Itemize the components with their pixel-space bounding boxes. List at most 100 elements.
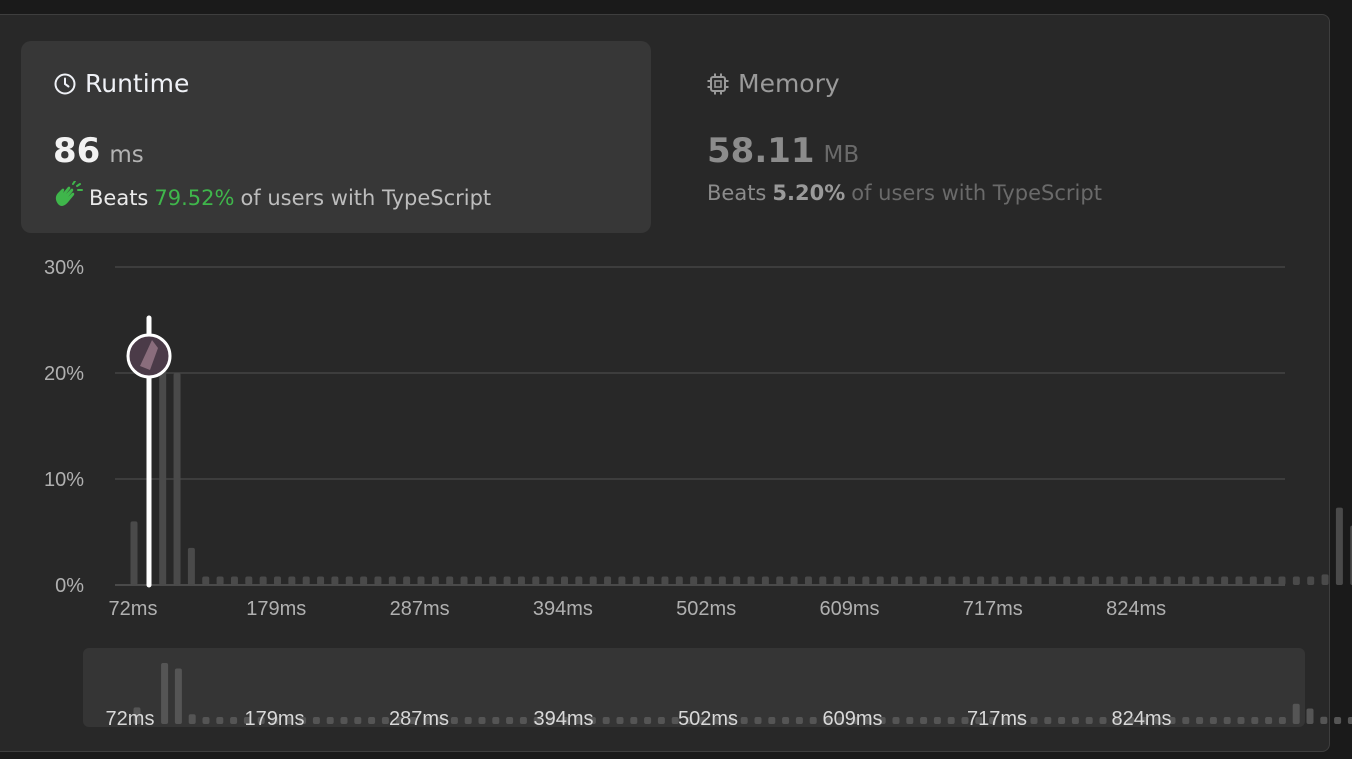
chart-bar[interactable] [187, 547, 195, 585]
chart-bar[interactable] [1335, 507, 1343, 585]
brush-bar [506, 717, 514, 724]
chart-bar[interactable] [876, 576, 884, 585]
chart-bar[interactable] [1063, 576, 1071, 585]
chart-bar[interactable] [1278, 576, 1286, 585]
chart-bar[interactable] [1091, 576, 1099, 585]
brush-bar [188, 714, 196, 724]
chart-bar[interactable] [575, 576, 583, 585]
chart-bar[interactable] [977, 576, 985, 585]
chart-bar[interactable] [1264, 576, 1272, 585]
brush-bar [782, 717, 790, 724]
brush-bar [1085, 717, 1093, 724]
chart-bar[interactable] [1135, 576, 1142, 585]
x-tick-label: 72ms [109, 598, 158, 620]
chart-bar[interactable] [1249, 576, 1257, 585]
chart-bar[interactable] [503, 576, 511, 585]
chart-bar[interactable] [374, 576, 382, 585]
chart-bar[interactable] [431, 576, 439, 585]
range-brush[interactable]: 72ms 179ms 287ms 394ms 502ms 609ms 717ms 824ms [83, 648, 1352, 730]
chart-bar[interactable] [733, 576, 741, 585]
chart-bar[interactable] [202, 576, 210, 585]
chart-bar[interactable] [360, 576, 368, 585]
chart-bar[interactable] [1034, 576, 1042, 585]
brush-bar [216, 717, 224, 724]
chart-bar[interactable] [718, 576, 726, 585]
brush-bar [1320, 716, 1328, 724]
brush-bar [1278, 717, 1286, 724]
chart-bar[interactable] [790, 576, 798, 585]
chart-bar[interactable] [647, 576, 655, 585]
chart-bar[interactable] [934, 576, 942, 585]
chart-bar[interactable] [1321, 574, 1329, 585]
chart-bar[interactable] [661, 576, 669, 585]
chart-bar[interactable] [761, 576, 769, 585]
chart-bar[interactable] [546, 576, 554, 585]
chart-bar[interactable] [173, 373, 181, 585]
chart-bar[interactable] [1077, 576, 1085, 585]
chart-bar[interactable] [1292, 576, 1300, 585]
chart-bar[interactable] [1106, 576, 1114, 585]
chart-bar[interactable] [302, 576, 310, 585]
chart-bar[interactable] [259, 576, 267, 585]
chart-bar[interactable] [589, 576, 597, 585]
chart-bar[interactable] [690, 576, 698, 585]
chart-bar[interactable] [460, 576, 468, 585]
chart-bar[interactable] [216, 576, 224, 585]
chart-bar[interactable] [905, 576, 913, 585]
chart-bar[interactable] [675, 576, 683, 585]
brush-bar [312, 717, 320, 724]
chart-bar[interactable] [288, 576, 296, 585]
chart-bar[interactable] [632, 576, 640, 585]
chart-bar[interactable] [331, 576, 339, 585]
chart-bar[interactable] [417, 576, 425, 585]
chart-bar[interactable] [388, 576, 396, 585]
x-tick-label: 179ms [246, 598, 306, 620]
chart-bar[interactable] [474, 576, 482, 585]
chart-bar[interactable] [747, 576, 755, 585]
chart-bar[interactable] [274, 576, 281, 585]
chart-bar[interactable] [833, 576, 841, 585]
chart-bar[interactable] [230, 576, 238, 585]
chart-bar[interactable] [991, 576, 999, 585]
brush-bar [202, 717, 210, 724]
chart-bar[interactable] [962, 576, 970, 585]
chart-bar[interactable] [618, 576, 626, 585]
runtime-distribution-chart[interactable]: 30% 20% 10% 0% 72ms 179ms 287ms 394ms 502ms 609m… [0, 0, 1352, 759]
brush-bar [740, 717, 748, 724]
chart-bar[interactable] [891, 576, 899, 585]
chart-bar[interactable] [403, 576, 411, 585]
brush-bar [340, 717, 348, 724]
chart-bar[interactable] [317, 576, 325, 585]
chart-bar[interactable] [1020, 576, 1028, 585]
chart-bar[interactable] [1307, 576, 1315, 585]
chart-bar[interactable] [1206, 576, 1214, 585]
chart-bar[interactable] [245, 576, 253, 585]
chart-bar[interactable] [948, 576, 956, 585]
chart-bar[interactable] [1120, 576, 1128, 585]
chart-bar[interactable] [345, 576, 353, 585]
chart-bar[interactable] [1178, 576, 1186, 585]
chart-bar[interactable] [517, 576, 525, 585]
chart-bar[interactable] [776, 576, 784, 585]
chart-bar[interactable] [848, 576, 855, 585]
chart-bar[interactable] [1005, 576, 1013, 585]
chart-bar[interactable] [819, 576, 827, 585]
chart-bar[interactable] [1192, 576, 1200, 585]
chart-bar[interactable] [130, 521, 138, 585]
chart-bar[interactable] [561, 576, 568, 585]
chart-bar[interactable] [489, 576, 497, 585]
chart-bar[interactable] [919, 576, 927, 585]
brush-bar [174, 668, 182, 724]
chart-bar[interactable] [1235, 576, 1243, 585]
chart-bar[interactable] [604, 576, 612, 585]
chart-bar[interactable] [159, 351, 167, 585]
chart-bar[interactable] [1221, 576, 1229, 585]
chart-bar[interactable] [1149, 576, 1157, 585]
chart-bar[interactable] [704, 576, 712, 585]
chart-bar[interactable] [1163, 576, 1171, 585]
chart-bar[interactable] [862, 576, 870, 585]
chart-bar[interactable] [1048, 576, 1056, 585]
chart-bar[interactable] [446, 576, 454, 585]
chart-bar[interactable] [532, 576, 540, 585]
chart-bar[interactable] [804, 576, 812, 585]
